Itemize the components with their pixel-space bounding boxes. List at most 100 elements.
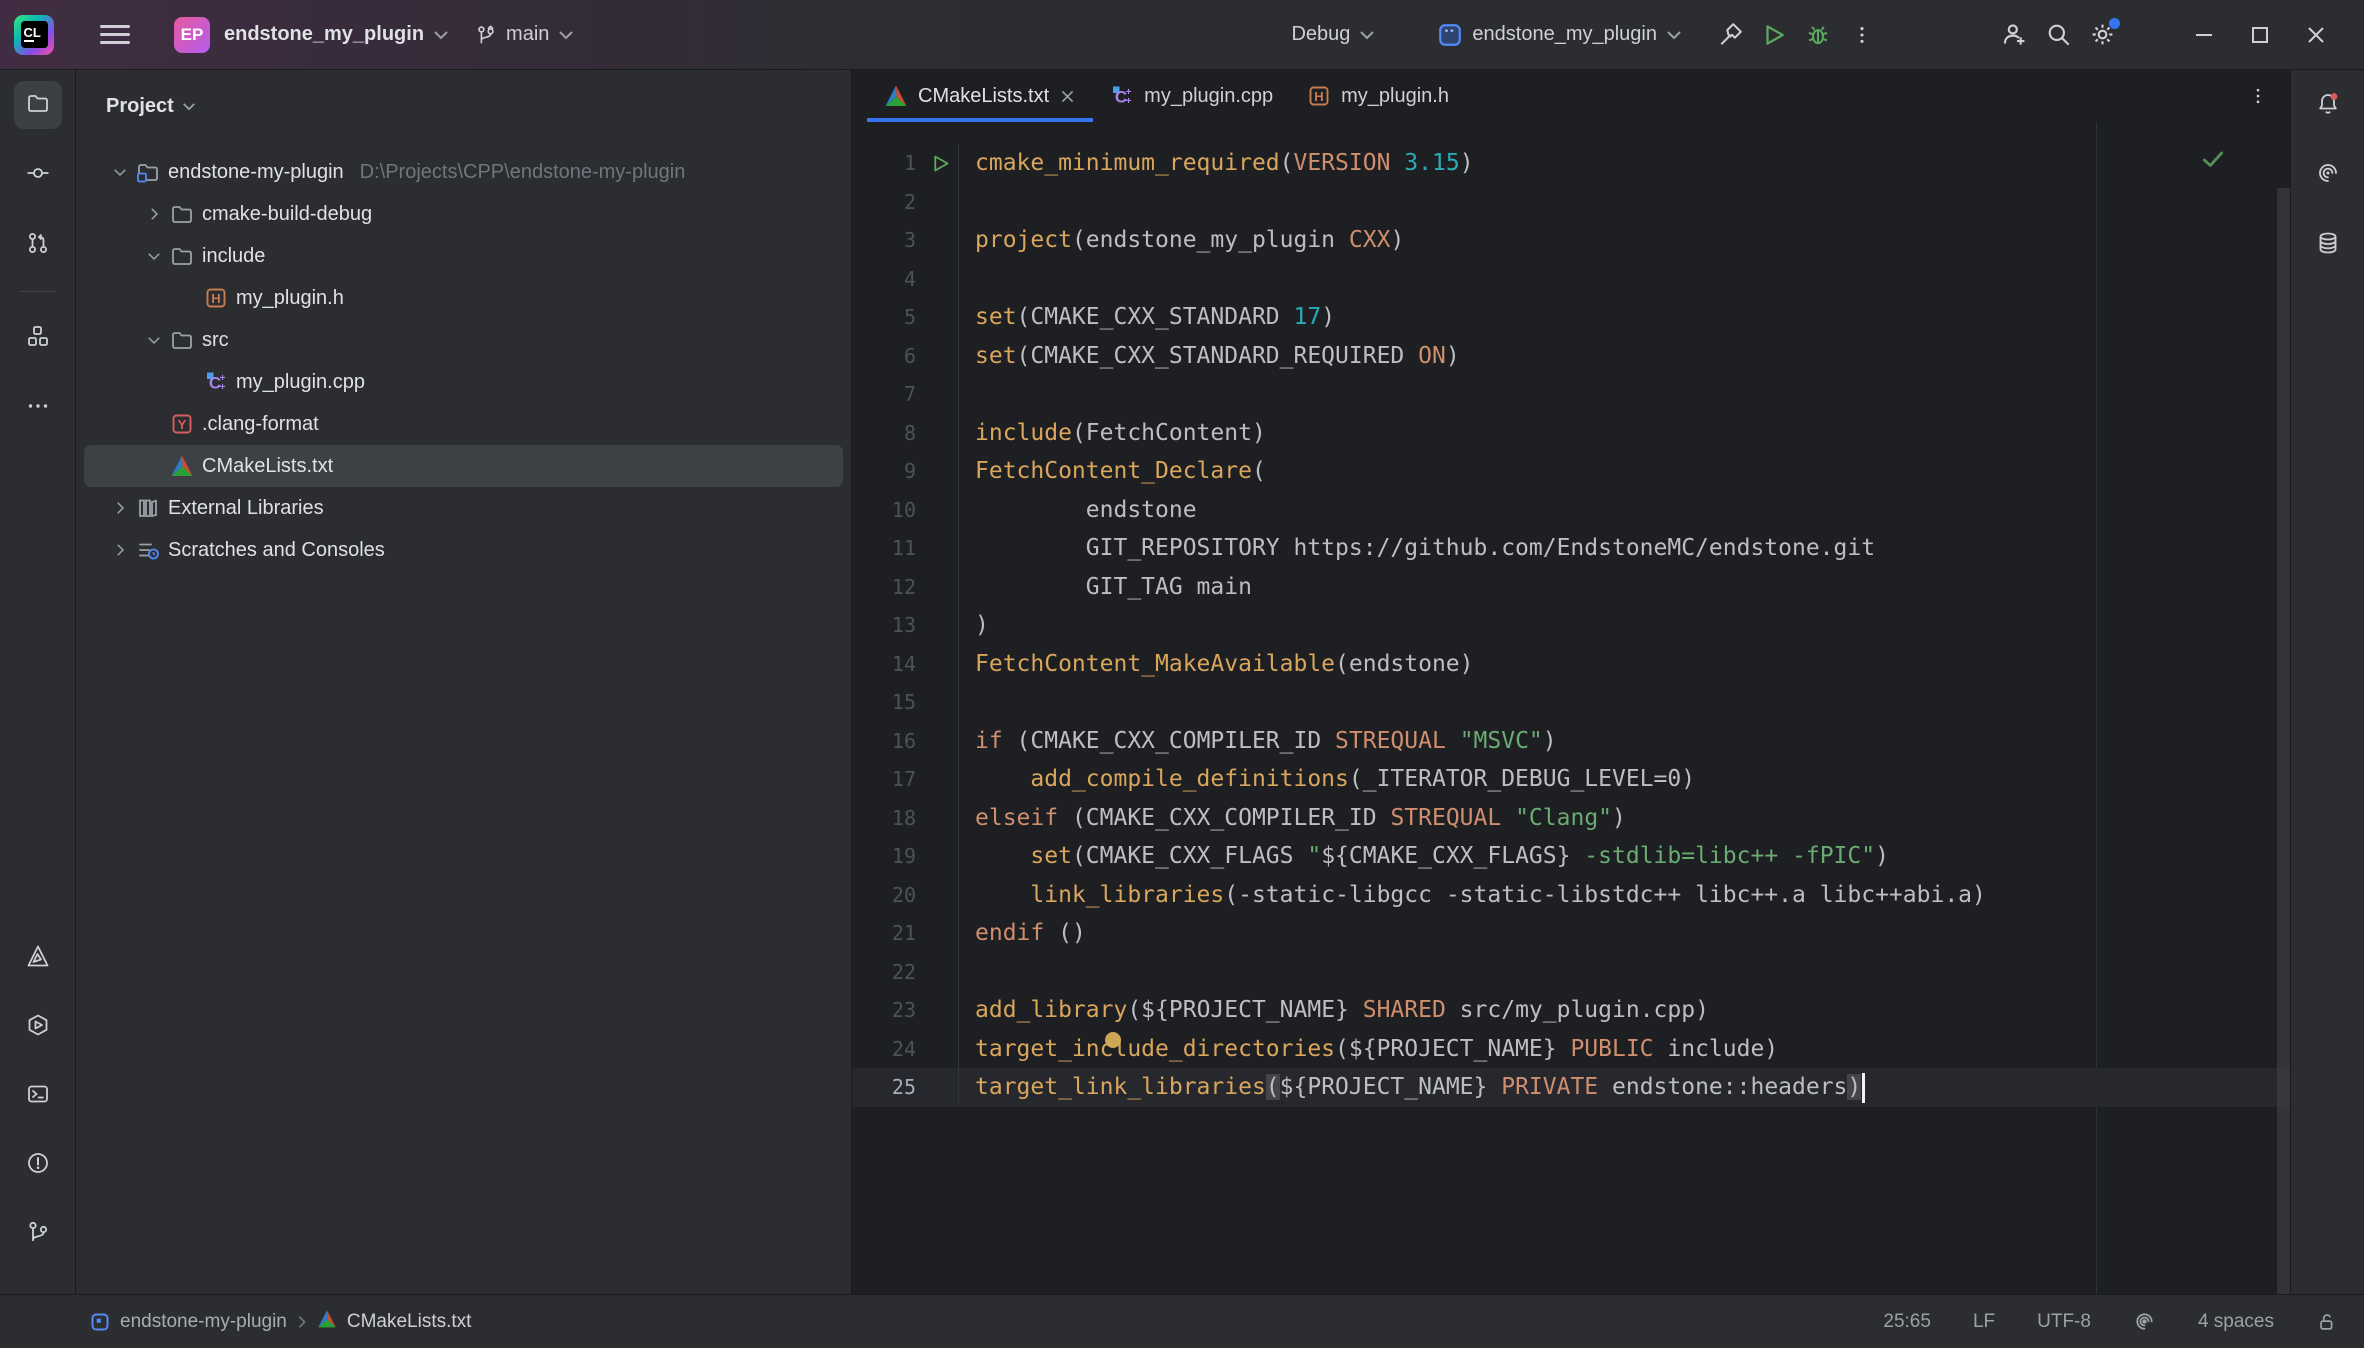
code-line-8[interactable]: 8include(FetchContent): [852, 414, 2290, 453]
code-line-9[interactable]: 9FetchContent_Declare(: [852, 452, 2290, 491]
indent-config[interactable]: 4 spaces: [2198, 1311, 2274, 1333]
run-button[interactable]: [1752, 13, 1796, 57]
problems-tool-button[interactable]: [14, 1141, 62, 1189]
settings-button[interactable]: [2080, 13, 2124, 57]
tree-item-src[interactable]: src: [84, 319, 843, 361]
tree-item-my-plugin-h[interactable]: Hmy_plugin.h: [84, 277, 843, 319]
code-line-1[interactable]: 1cmake_minimum_required(VERSION 3.15): [852, 144, 2290, 183]
editor-tab-my-plugin-h[interactable]: Hmy_plugin.h: [1290, 70, 1466, 122]
libraries-icon: [136, 496, 160, 520]
tree-collapsed-chevron-icon[interactable]: [108, 496, 132, 520]
cmake-file-icon: [317, 1309, 337, 1335]
code-line-21[interactable]: 21endif (): [852, 914, 2290, 953]
editor-scrollbar[interactable]: [2277, 188, 2290, 1294]
close-button[interactable]: [2288, 13, 2344, 57]
build-type-selector[interactable]: Debug: [1291, 13, 1375, 57]
code-area[interactable]: 1cmake_minimum_required(VERSION 3.15)23p…: [852, 122, 2290, 1294]
code-line-12[interactable]: 12 GIT_TAG main: [852, 568, 2290, 607]
tree-collapsed-chevron-icon[interactable]: [108, 538, 132, 562]
tree-item-my-plugin-cpp[interactable]: C++my_plugin.cpp: [84, 361, 843, 403]
tree-item-cmake-build-debug[interactable]: cmake-build-debug: [84, 193, 843, 235]
tree-expanded-chevron-icon[interactable]: [142, 328, 166, 352]
code-line-20[interactable]: 20 link_libraries(-static-libgcc -static…: [852, 876, 2290, 915]
code-line-7[interactable]: 7: [852, 375, 2290, 414]
editor-tab-cmakelists-txt[interactable]: CMakeLists.txt: [867, 70, 1093, 122]
code-line-3[interactable]: 3project(endstone_my_plugin CXX): [852, 221, 2290, 260]
editor-options-button[interactable]: [2248, 70, 2268, 122]
editor[interactable]: 1cmake_minimum_required(VERSION 3.15)23p…: [852, 122, 2290, 1294]
chevron-down-icon: [433, 30, 449, 40]
code-line-10[interactable]: 10 endstone: [852, 491, 2290, 530]
notifications-tool-button[interactable]: [2304, 81, 2352, 129]
code-with-me-button[interactable]: [1992, 13, 2036, 57]
code-line-18[interactable]: 18elseif (CMAKE_CXX_COMPILER_ID STREQUAL…: [852, 799, 2290, 838]
vcs-branch-widget[interactable]: main: [475, 13, 574, 57]
project-tool-button[interactable]: [14, 81, 62, 129]
commit-tool-button[interactable]: [14, 151, 62, 199]
run-configuration-selector[interactable]: endstone_my_plugin: [1437, 13, 1682, 57]
services-tool-button[interactable]: [14, 1003, 62, 1051]
code-line-6[interactable]: 6set(CMAKE_CXX_STANDARD_REQUIRED ON): [852, 337, 2290, 376]
more-actions-button[interactable]: [1840, 13, 1884, 57]
debug-button[interactable]: [1796, 13, 1840, 57]
intention-dot[interactable]: [1105, 1032, 1121, 1048]
tree-item-cmakelists-txt[interactable]: CMakeLists.txt: [84, 445, 843, 487]
build-button[interactable]: [1708, 13, 1752, 57]
code-line-5[interactable]: 5set(CMAKE_CXX_STANDARD 17): [852, 298, 2290, 337]
code-line-25[interactable]: 25target_link_libraries(${PROJECT_NAME} …: [852, 1068, 2290, 1107]
project-widget[interactable]: endstone_my_plugin: [224, 13, 449, 57]
code-line-4[interactable]: 4: [852, 260, 2290, 299]
project-avatar[interactable]: EP: [174, 17, 210, 53]
code-line-22[interactable]: 22: [852, 953, 2290, 992]
minimize-button[interactable]: [2176, 13, 2232, 57]
code-line-16[interactable]: 16if (CMAKE_CXX_COMPILER_ID STREQUAL "MS…: [852, 722, 2290, 761]
tree-expanded-chevron-icon[interactable]: [142, 244, 166, 268]
code-text: [958, 375, 2290, 414]
editor-tab-my-plugin-cpp[interactable]: C++my_plugin.cpp: [1093, 70, 1290, 122]
run-line-icon[interactable]: [922, 144, 958, 183]
main-menu-icon[interactable]: [100, 25, 130, 44]
code-line-15[interactable]: 15: [852, 683, 2290, 722]
breadcrumb[interactable]: endstone-my-plugin CMakeLists.txt: [90, 1309, 471, 1335]
more-tool-button[interactable]: [14, 384, 62, 432]
maximize-button[interactable]: [2232, 13, 2288, 57]
caret-position[interactable]: 25:65: [1883, 1311, 1931, 1333]
cmake-tool-tool-button[interactable]: [14, 934, 62, 982]
code-line-14[interactable]: 14FetchContent_MakeAvailable(endstone): [852, 645, 2290, 684]
line-separator[interactable]: LF: [1973, 1311, 1995, 1333]
code-line-23[interactable]: 23add_library(${PROJECT_NAME} SHARED src…: [852, 991, 2290, 1030]
code-line-17[interactable]: 17 add_compile_definitions(_ITERATOR_DEB…: [852, 760, 2290, 799]
tree-collapsed-chevron-icon[interactable]: [142, 202, 166, 226]
pull-requests-tool-button[interactable]: [14, 221, 62, 269]
code-line-24[interactable]: 24target_include_directories(${PROJECT_N…: [852, 1030, 2290, 1069]
code-line-2[interactable]: 2: [852, 183, 2290, 222]
tree-item-endstone-my-plugin[interactable]: endstone-my-pluginD:\Projects\CPP\endsto…: [84, 151, 843, 193]
code-line-13[interactable]: 13): [852, 606, 2290, 645]
breadcrumb-file[interactable]: CMakeLists.txt: [347, 1311, 472, 1333]
ai-assistant-tool-button[interactable]: [2304, 151, 2352, 199]
code-text: add_library(${PROJECT_NAME} SHARED src/m…: [958, 991, 2290, 1030]
git-tool-button[interactable]: [14, 1210, 62, 1258]
search-everywhere-button[interactable]: [2036, 13, 2080, 57]
code-text: if (CMAKE_CXX_COMPILER_ID STREQUAL "MSVC…: [958, 722, 2290, 761]
tree-item-external-libraries[interactable]: External Libraries: [84, 487, 843, 529]
inspections-ok-icon[interactable]: [2200, 146, 2226, 177]
unlocked-icon[interactable]: [2316, 1311, 2338, 1333]
scratches-icon: [136, 538, 160, 562]
code-line-19[interactable]: 19 set(CMAKE_CXX_FLAGS "${CMAKE_CXX_FLAG…: [852, 837, 2290, 876]
tree-item-include[interactable]: include: [84, 235, 843, 277]
tab-close-icon[interactable]: [1059, 88, 1076, 105]
tree-item-scratches-and-consoles[interactable]: Scratches and Consoles: [84, 529, 843, 571]
file-encoding[interactable]: UTF-8: [2037, 1311, 2091, 1333]
breadcrumb-project[interactable]: endstone-my-plugin: [120, 1311, 287, 1333]
terminal-tool-button[interactable]: [14, 1072, 62, 1120]
database-tool-button[interactable]: [2304, 221, 2352, 269]
tree-item-path: D:\Projects\CPP\endstone-my-plugin: [360, 161, 686, 184]
ai-assistant-icon[interactable]: [2133, 1310, 2156, 1333]
code-text: FetchContent_Declare(: [958, 452, 2290, 491]
tree-item--clang-format[interactable]: Y.clang-format: [84, 403, 843, 445]
code-line-11[interactable]: 11 GIT_REPOSITORY https://github.com/End…: [852, 529, 2290, 568]
tree-expanded-chevron-icon[interactable]: [108, 160, 132, 184]
project-panel-header[interactable]: Project: [76, 70, 851, 126]
structure-tool-button[interactable]: [14, 314, 62, 362]
